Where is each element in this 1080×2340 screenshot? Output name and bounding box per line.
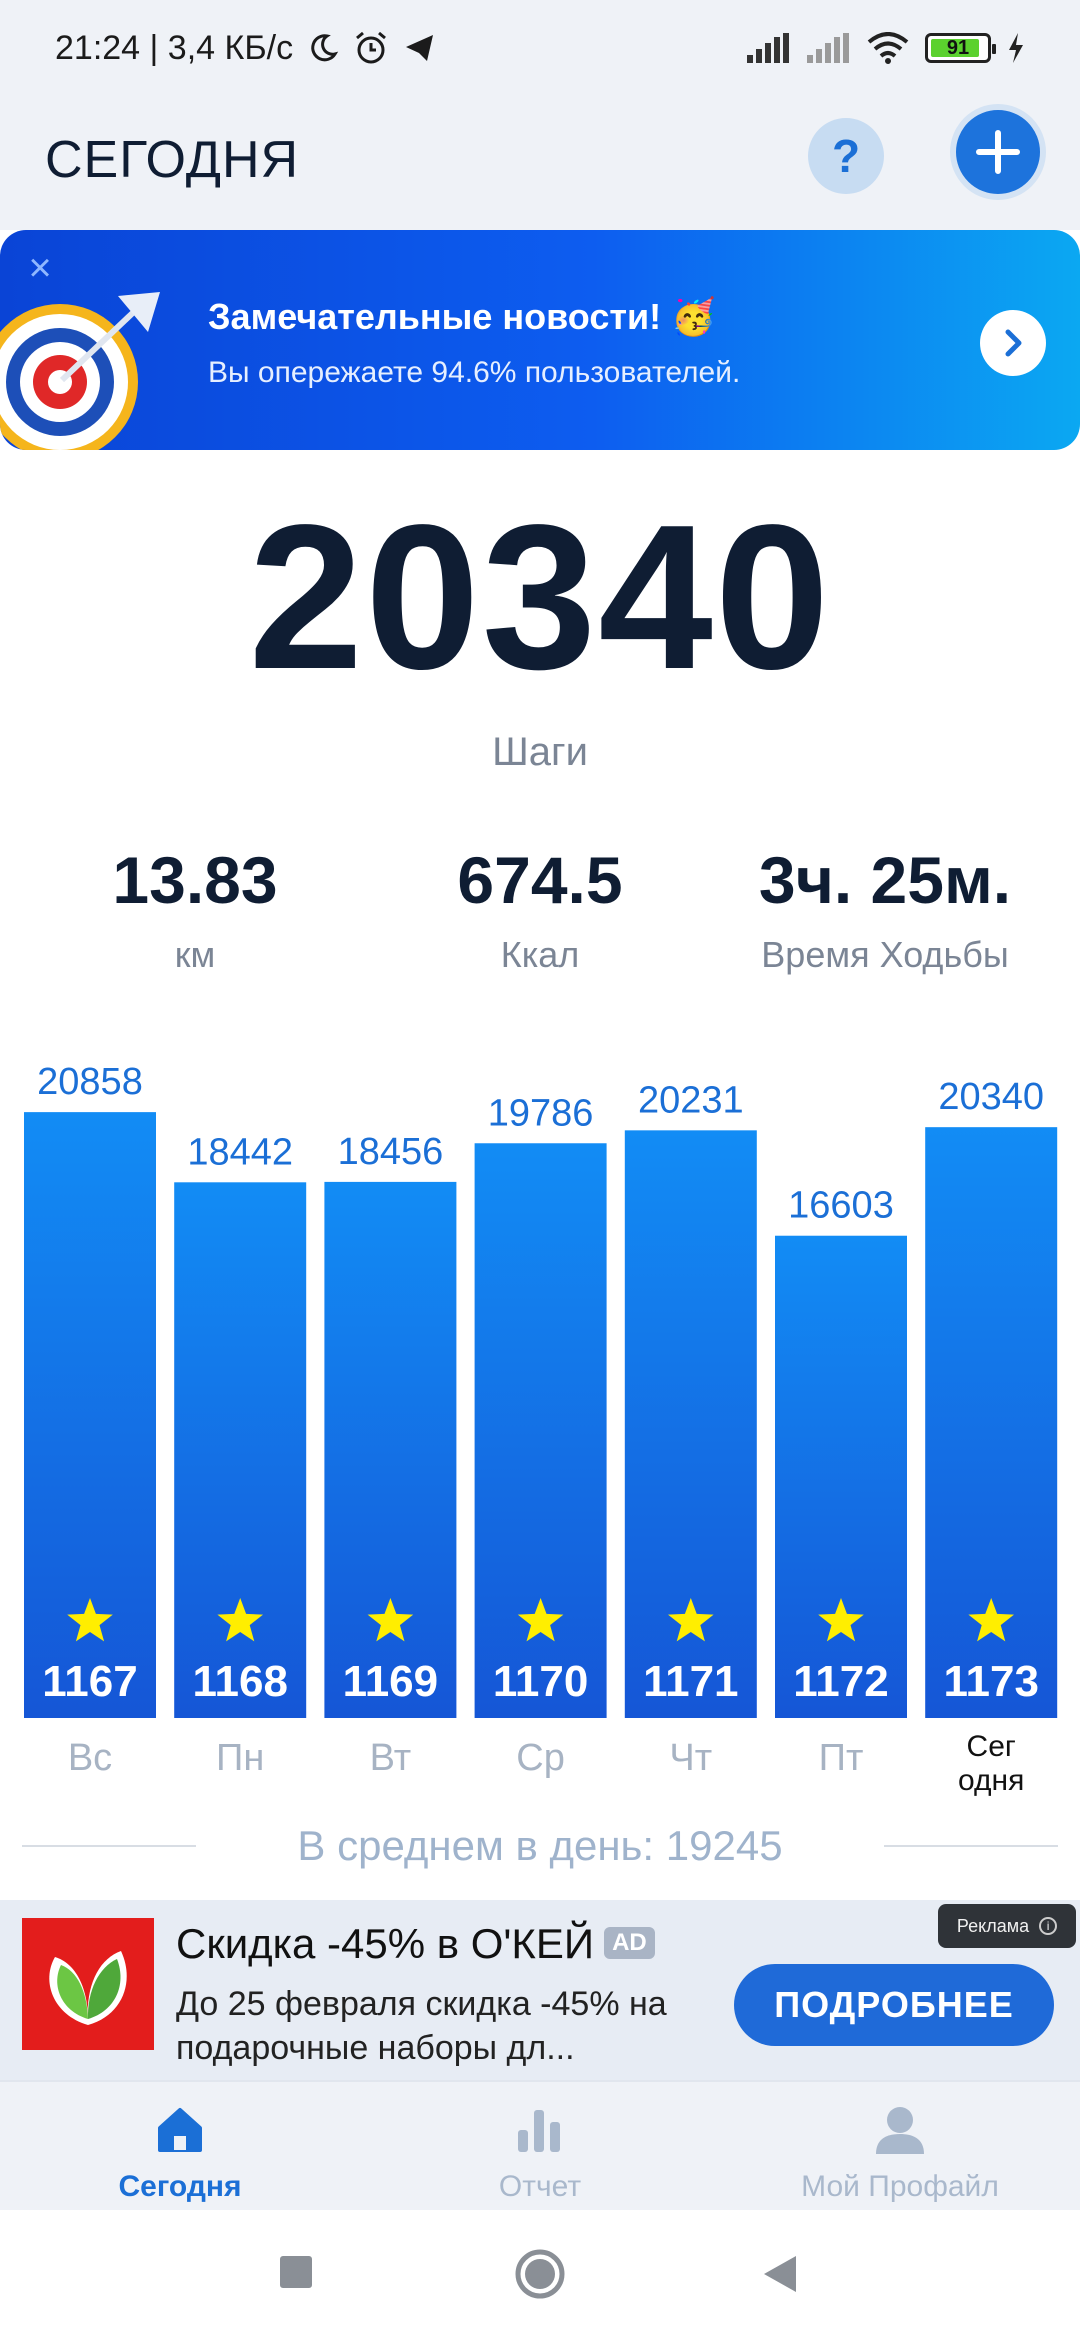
- ad-title: Скидка -45% в О'КЕЙ AD: [176, 1920, 655, 1968]
- app-header: СЕГОДНЯ ?: [0, 96, 1080, 230]
- stat-calories-label: Ккал: [500, 934, 580, 975]
- stat-walk-time-value: 3ч. 25м.: [758, 843, 1012, 917]
- ad-more-button[interactable]: ПОДРОБНЕЕ: [734, 1964, 1054, 2046]
- alarm-icon: [356, 31, 387, 64]
- back-button[interactable]: [762, 2254, 798, 2299]
- square-icon: [280, 2256, 312, 2288]
- signal-weak-icon: [807, 33, 849, 63]
- chart-bar[interactable]: [324, 1181, 457, 1718]
- battery-level: 91: [946, 36, 970, 59]
- ad-title-text: Скидка -45% в О'КЕЙ: [176, 1920, 595, 1967]
- moon-icon: [311, 34, 339, 62]
- stat-calories-value: 674.5: [457, 843, 623, 917]
- status-left: 21:24 | 3,4 КБ/с: [55, 29, 437, 68]
- chart-value-label: 20340: [938, 1076, 1044, 1118]
- chart-inner-label: 1171: [643, 1657, 738, 1706]
- signal-icon: [747, 33, 789, 63]
- circle-icon: [515, 2249, 565, 2299]
- chart-value-label: 20231: [638, 1079, 744, 1121]
- chart-bar[interactable]: [775, 1235, 907, 1718]
- page-title: СЕГОДНЯ: [45, 131, 300, 189]
- home-icon: [0, 2100, 360, 2160]
- chart-inner-label: 1167: [42, 1657, 137, 1706]
- nav-report[interactable]: Отчет: [360, 2100, 720, 2204]
- chart-value-label: 18442: [187, 1131, 293, 1173]
- chart-bar[interactable]: [174, 1182, 307, 1718]
- chart-value-label: 20858: [37, 1061, 143, 1103]
- bar-chart-icon: [360, 2100, 720, 2160]
- charging-icon: [1009, 33, 1023, 63]
- recent-apps-button[interactable]: [278, 2254, 314, 2295]
- stat-distance-value: 13.83: [112, 843, 278, 917]
- info-icon: i: [1039, 1917, 1058, 1935]
- chart-category-label: Пн: [216, 1737, 264, 1779]
- chart-value-label: 16603: [788, 1185, 894, 1227]
- weekly-steps-chart: 20858 1167 Вс 18442 1168 Пн 18456 1169 Вт 19786 11…: [0, 1040, 1080, 1800]
- home-button[interactable]: [514, 2248, 566, 2305]
- wifi-icon: [867, 32, 909, 64]
- system-nav: [0, 2210, 1080, 2340]
- status-time-speed: 21:24 | 3,4 КБ/с: [55, 28, 294, 67]
- chart-category-label: одня: [958, 1764, 1024, 1797]
- person-icon: [720, 2100, 1080, 2160]
- status-bar: 21:24 | 3,4 КБ/с 91: [0, 0, 1080, 96]
- chart-category-label: Вт: [370, 1737, 412, 1779]
- chart-value-label: 18456: [338, 1131, 444, 1173]
- stat-calories: 674.5 Ккал: [370, 842, 710, 976]
- chart-category-label: Ср: [516, 1737, 565, 1779]
- stat-walk-time: 3ч. 25м. Время Ходьбы: [715, 842, 1055, 976]
- triangle-back-icon: [764, 2256, 796, 2292]
- banner-close-icon[interactable]: ×: [22, 248, 58, 288]
- steps-count: 20340: [248, 482, 832, 712]
- chart-inner-label: 1172: [793, 1657, 888, 1706]
- chart-value-label: 19786: [488, 1092, 594, 1134]
- banner-arrow-button[interactable]: [980, 310, 1046, 376]
- ad-logo: [22, 1918, 154, 2050]
- stat-distance: 13.83 км: [25, 842, 365, 976]
- weekly-steps-chart-svg: 20858 1167 Вс 18442 1168 Пн 18456 1169 Вт 19786 11…: [24, 1061, 1058, 1797]
- chart-inner-label: 1170: [493, 1657, 588, 1706]
- ad-label[interactable]: Реклама i: [938, 1904, 1076, 1948]
- target-icon: [0, 292, 160, 450]
- chart-category-label: Пт: [819, 1737, 864, 1779]
- status-right: 91: [747, 32, 1025, 64]
- chart-inner-label: 1168: [192, 1657, 287, 1706]
- nav-today[interactable]: Сегодня: [0, 2100, 360, 2204]
- chart-inner-label: 1173: [943, 1657, 1038, 1706]
- chart-category-label: Вс: [68, 1737, 112, 1779]
- nav-profile-label: Мой Профайл: [801, 2170, 999, 2203]
- banner-subtitle: Вы опережаете 94.6% пользователей.: [208, 356, 741, 389]
- help-button[interactable]: ?: [808, 118, 884, 194]
- average-text: В среднем в день: 19245: [297, 1822, 783, 1869]
- ad-label-text: Реклама: [956, 1915, 1030, 1936]
- ad-text: До 25 февраля скидка -45% на подарочные …: [176, 1985, 667, 2067]
- news-banner[interactable]: × Замечательные новости! 🥳 Вы опережаете…: [0, 230, 1080, 450]
- nav-profile[interactable]: Мой Профайл: [720, 2100, 1080, 2204]
- steps-label: Шаги: [492, 730, 588, 774]
- nav-today-label: Сегодня: [118, 2170, 242, 2203]
- plus-icon: [976, 130, 1020, 174]
- ad-badge: AD: [604, 1926, 655, 1959]
- chevron-right-icon: [1005, 329, 1022, 357]
- add-button[interactable]: [950, 104, 1046, 200]
- ad-banner[interactable]: Скидка -45% в О'КЕЙ AD До 25 февраля скид…: [0, 1900, 1080, 2080]
- nav-report-label: Отчет: [498, 2170, 582, 2203]
- stat-distance-label: км: [174, 934, 216, 975]
- average-row: В среднем в день: 19245: [0, 1816, 1080, 1876]
- banner-title: Замечательные новости! 🥳: [208, 296, 716, 337]
- chart-category-label: Сег: [967, 1730, 1016, 1763]
- stat-walk-time-label: Время Ходьбы: [761, 934, 1009, 975]
- chart-category-label: Чт: [669, 1737, 712, 1779]
- battery-icon: 91: [925, 33, 996, 63]
- telegram-icon: [406, 35, 434, 61]
- leaf-logo-icon: [49, 1951, 127, 2025]
- bottom-nav: Сегодня Отчет Мой Профайл: [0, 2080, 1080, 2210]
- chart-inner-label: 1169: [343, 1657, 438, 1706]
